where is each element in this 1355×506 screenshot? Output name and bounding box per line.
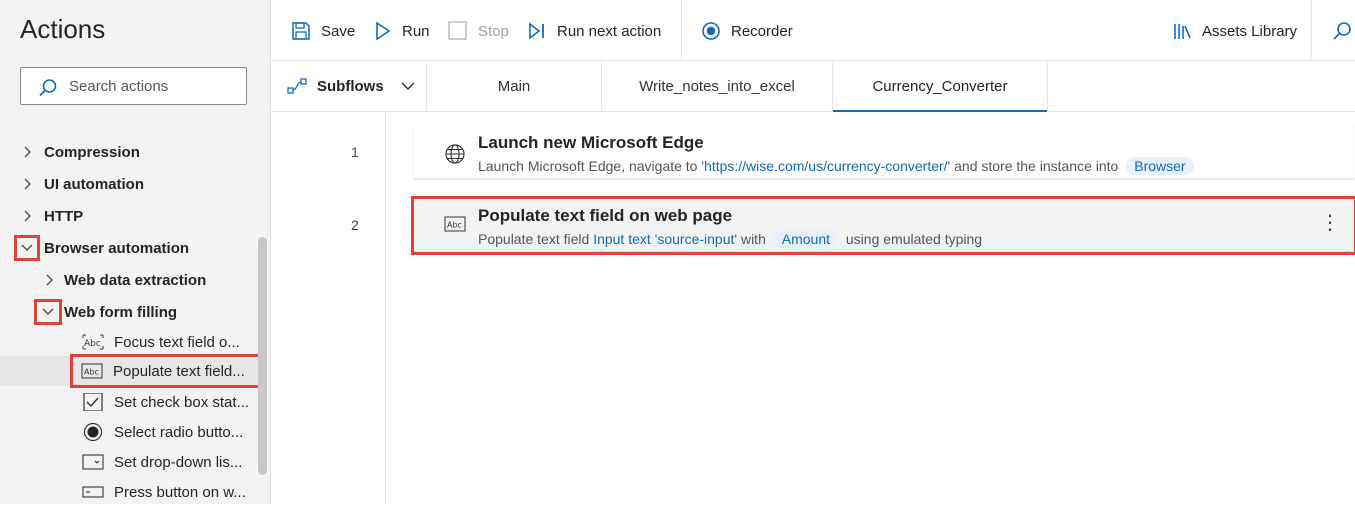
record-icon bbox=[701, 21, 721, 41]
tree-group-ui-automation[interactable]: UI automation bbox=[20, 170, 144, 198]
action-item-press-button[interactable]: Press button on w... bbox=[82, 478, 246, 506]
tree-group-label: HTTP bbox=[44, 207, 84, 225]
line-number: 2 bbox=[351, 217, 359, 233]
line-number: 1 bbox=[351, 144, 359, 160]
actions-pane: Actions Compression UI automation HTTP B… bbox=[0, 0, 271, 504]
variable-chip-browser: Browser bbox=[1126, 157, 1194, 175]
action-description: Launch Microsoft Edge, navigate to 'http… bbox=[478, 157, 1198, 175]
desc-text: and store the instance into bbox=[950, 158, 1123, 174]
desc-url: 'https://wise.com/us/currency-converter/… bbox=[701, 158, 951, 174]
tab-write-notes-into-excel[interactable]: Write_notes_into_excel bbox=[602, 61, 833, 111]
flow-action-launch-edge[interactable]: Launch new Microsoft Edge Launch Microso… bbox=[414, 126, 1354, 179]
desc-element: Input text 'source-input' bbox=[593, 231, 738, 247]
tab-currency-converter[interactable]: Currency_Converter bbox=[833, 61, 1048, 112]
svg-text:Abc: Abc bbox=[84, 368, 99, 377]
search-actions-input[interactable] bbox=[69, 76, 239, 96]
chevron-down-icon bbox=[400, 78, 416, 94]
tree-group-label: Web data extraction bbox=[64, 271, 207, 289]
action-item-label: Select radio butto... bbox=[114, 423, 244, 441]
radio-icon bbox=[82, 422, 104, 442]
assets-library-label: Assets Library bbox=[1202, 22, 1298, 40]
flow-canvas: Launch new Microsoft Edge Launch Microso… bbox=[386, 112, 1355, 504]
assets-library-button[interactable]: Assets Library bbox=[1172, 18, 1297, 44]
tree-group-http[interactable]: HTTP bbox=[20, 202, 83, 230]
svg-text:Abc: Abc bbox=[84, 339, 101, 349]
flow-action-populate-text-field[interactable]: Abc Populate text field on web page Popu… bbox=[411, 196, 1355, 255]
stop-icon bbox=[448, 21, 468, 41]
save-button[interactable]: Save bbox=[291, 18, 355, 44]
action-item-focus-text-field[interactable]: Abc Focus text field o... bbox=[82, 328, 240, 356]
stop-label: Stop bbox=[478, 22, 509, 40]
save-icon bbox=[291, 21, 311, 41]
tree-group-label: Compression bbox=[44, 143, 140, 161]
search-actions-box[interactable] bbox=[20, 67, 247, 105]
tree-group-label: Browser automation bbox=[44, 239, 190, 257]
run-button[interactable]: Run bbox=[374, 18, 430, 44]
actions-pane-scrollbar[interactable] bbox=[258, 237, 267, 475]
stop-button[interactable]: Stop bbox=[448, 18, 509, 44]
action-item-populate-text-field[interactable]: Abc Populate text field... bbox=[70, 354, 266, 388]
action-title: Launch new Microsoft Edge bbox=[478, 133, 704, 152]
desc-text: using emulated typing bbox=[842, 231, 983, 247]
action-item-label: Focus text field o... bbox=[114, 333, 240, 351]
tree-group-browser-automation[interactable]: Browser automation bbox=[14, 234, 190, 262]
run-label: Run bbox=[402, 22, 430, 40]
action-item-label: Press button on w... bbox=[114, 483, 246, 501]
chevron-down-icon[interactable] bbox=[34, 299, 62, 325]
toolbar: Save Run Stop Run next action Recorder A… bbox=[271, 0, 1355, 61]
svg-text:Abc: Abc bbox=[447, 221, 462, 230]
toolbar-divider bbox=[681, 0, 682, 60]
tree-group-label: Web form filling bbox=[64, 303, 178, 321]
run-next-action-button[interactable]: Run next action bbox=[527, 18, 661, 44]
action-description: Populate text field Input text 'source-i… bbox=[478, 230, 982, 248]
action-title: Populate text field on web page bbox=[478, 206, 733, 225]
action-item-label: Set drop-down lis... bbox=[114, 453, 243, 471]
toolbar-divider bbox=[1311, 0, 1312, 60]
text-field-icon: Abc bbox=[82, 333, 104, 351]
search-icon bbox=[1332, 21, 1352, 41]
tree-group-compression[interactable]: Compression bbox=[20, 138, 140, 166]
action-item-label: Populate text field... bbox=[113, 362, 245, 380]
text-field-icon: Abc bbox=[444, 215, 466, 238]
subflows-icon bbox=[287, 77, 307, 95]
search-icon bbox=[38, 78, 58, 103]
chevron-right-icon bbox=[20, 208, 36, 224]
checkbox-icon bbox=[82, 392, 104, 412]
tree-group-label: UI automation bbox=[44, 175, 144, 193]
actions-pane-title: Actions bbox=[20, 14, 106, 44]
subflows-bar: Subflows Main Write_notes_into_excel Cur… bbox=[271, 61, 1355, 112]
step-icon bbox=[527, 21, 547, 41]
desc-text: with bbox=[737, 231, 770, 247]
run-next-action-label: Run next action bbox=[557, 22, 662, 40]
tree-group-web-form-filling[interactable]: Web form filling bbox=[34, 298, 178, 326]
globe-icon bbox=[444, 143, 466, 170]
save-label: Save bbox=[321, 22, 356, 40]
chevron-right-icon bbox=[20, 176, 36, 192]
action-item-select-radio-button[interactable]: Select radio butto... bbox=[82, 418, 243, 446]
line-number-gutter: 1 2 bbox=[271, 112, 386, 504]
chevron-right-icon bbox=[20, 144, 36, 160]
search-button[interactable] bbox=[1332, 18, 1355, 44]
desc-text: Launch Microsoft Edge, navigate to bbox=[478, 158, 702, 174]
text-field-icon: Abc bbox=[81, 362, 103, 380]
action-item-set-check-box[interactable]: Set check box stat... bbox=[82, 388, 249, 416]
button-icon bbox=[82, 483, 104, 501]
variable-chip-amount: Amount bbox=[773, 230, 838, 248]
recorder-label: Recorder bbox=[731, 22, 793, 40]
desc-text: Populate text field bbox=[478, 231, 594, 247]
subflows-dropdown[interactable]: Subflows bbox=[271, 61, 427, 111]
dropdown-icon bbox=[82, 453, 104, 471]
chevron-right-icon bbox=[42, 272, 58, 288]
recorder-button[interactable]: Recorder bbox=[701, 18, 793, 44]
action-item-label: Set check box stat... bbox=[114, 393, 250, 411]
tree-group-web-data-extraction[interactable]: Web data extraction bbox=[42, 266, 206, 294]
subflows-label: Subflows bbox=[317, 77, 384, 95]
play-icon bbox=[374, 21, 392, 41]
library-icon bbox=[1172, 21, 1192, 41]
more-options-icon[interactable]: ⋮ bbox=[1320, 213, 1340, 233]
action-item-set-drop-down[interactable]: Set drop-down lis... bbox=[82, 448, 242, 476]
tab-main[interactable]: Main bbox=[427, 61, 602, 111]
chevron-down-icon[interactable] bbox=[14, 235, 40, 261]
